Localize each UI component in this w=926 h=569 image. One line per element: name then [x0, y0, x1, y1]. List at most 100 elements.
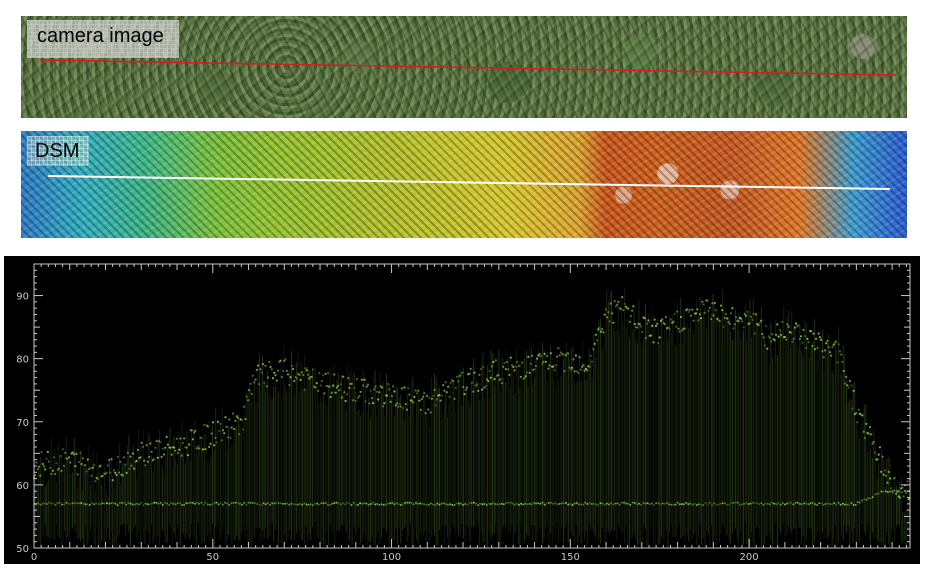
canopy-point	[636, 326, 639, 329]
canopy-point	[719, 304, 723, 307]
canopy-point	[586, 369, 589, 372]
ground-point	[329, 504, 332, 506]
canopy-point	[731, 307, 734, 310]
canopy-point	[460, 371, 464, 374]
canopy-point	[840, 353, 843, 356]
canopy-point	[868, 426, 872, 429]
ground-point	[84, 503, 87, 506]
canopy-point	[110, 458, 113, 461]
ground-point	[809, 502, 812, 505]
canopy-point	[245, 395, 248, 398]
ground-point	[423, 503, 426, 506]
canopy-point	[276, 369, 280, 372]
canopy-point	[661, 318, 664, 321]
ground-point	[352, 501, 355, 504]
canopy-point	[689, 314, 693, 317]
canopy-point	[649, 334, 653, 337]
x-tick-label: 100	[382, 552, 401, 563]
ground-point	[75, 502, 78, 505]
canopy-point	[791, 340, 794, 343]
ground-point	[97, 503, 100, 505]
canopy-point	[382, 405, 385, 408]
ground-point	[766, 502, 769, 505]
ground-point	[745, 501, 748, 504]
x-tick-label: 0	[31, 552, 37, 563]
canopy-point	[124, 463, 127, 466]
ground-point	[854, 503, 857, 506]
ground-point	[541, 501, 544, 504]
canopy-point	[694, 312, 698, 315]
ground-point	[554, 502, 557, 505]
canopy-point	[360, 378, 363, 381]
canopy-point	[816, 346, 819, 349]
canopy-point	[273, 371, 276, 374]
ground-point	[528, 502, 531, 505]
ground-point	[262, 502, 265, 505]
canopy-point	[857, 408, 860, 411]
ground-point	[479, 502, 482, 505]
ground-point	[133, 503, 136, 506]
canopy-point	[781, 320, 784, 323]
canopy-point	[578, 356, 581, 359]
ground-point	[82, 502, 85, 505]
canopy-point	[173, 446, 176, 449]
ground-point	[539, 502, 542, 505]
canopy-point	[552, 365, 555, 368]
canopy-point	[418, 399, 421, 402]
ground-point	[562, 502, 565, 505]
ground-point	[661, 502, 664, 505]
canopy-point	[454, 386, 457, 389]
ground-point	[708, 501, 711, 504]
canopy-point	[771, 333, 774, 336]
canopy-point	[765, 325, 768, 328]
canopy-point	[741, 320, 744, 323]
canopy-point	[139, 456, 142, 459]
canopy-point	[557, 347, 560, 350]
ground-point	[505, 502, 507, 504]
canopy-point	[121, 474, 124, 477]
ground-point	[251, 502, 254, 504]
canopy-point	[55, 462, 58, 465]
ground-point	[391, 501, 394, 504]
canopy-point	[414, 389, 417, 392]
canopy-point	[195, 447, 198, 450]
canopy-point	[75, 452, 78, 455]
canopy-point	[378, 391, 381, 394]
canopy-point	[780, 333, 783, 336]
ground-point	[320, 502, 323, 505]
canopy-point	[333, 373, 336, 376]
ground-point	[472, 501, 475, 504]
canopy-point	[455, 375, 459, 378]
canopy-point	[370, 397, 373, 400]
canopy-point	[149, 442, 152, 445]
canopy-point	[505, 361, 509, 364]
canopy-point	[181, 441, 184, 444]
ground-point	[419, 502, 422, 505]
canopy-point	[123, 456, 126, 459]
canopy-point	[482, 366, 485, 369]
canopy-point	[286, 373, 290, 376]
ground-point	[575, 502, 578, 504]
canopy-point	[54, 472, 57, 476]
ground-point	[861, 499, 864, 502]
ground-point	[775, 503, 778, 506]
canopy-point	[46, 450, 49, 453]
ground-point	[805, 502, 808, 505]
canopy-point	[870, 433, 873, 436]
canopy-point	[126, 451, 129, 454]
ground-point	[496, 503, 499, 506]
canopy-point	[90, 474, 93, 477]
ground-point	[721, 502, 724, 505]
canopy-point	[163, 453, 166, 456]
ground-point	[629, 503, 632, 506]
ground-point	[556, 503, 559, 506]
canopy-point	[850, 384, 853, 387]
canopy-point	[259, 368, 262, 371]
ground-point	[80, 502, 83, 504]
canopy-point	[863, 437, 867, 440]
canopy-point	[697, 319, 700, 322]
canopy-point	[817, 332, 820, 335]
canopy-point	[405, 408, 408, 411]
canopy-point	[224, 416, 227, 419]
ground-point	[704, 502, 707, 504]
